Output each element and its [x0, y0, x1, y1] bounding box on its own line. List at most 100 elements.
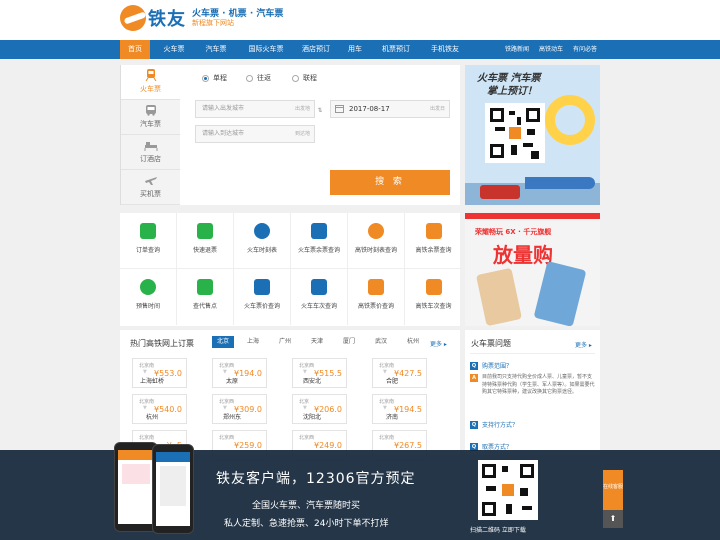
- ticket-faq: 火车票问题 更多 ▸ Q 购票范围？ A 目前我司只支持代购全价成人票、儿童票，暂不…: [465, 330, 600, 455]
- route-card[interactable]: 北京西 ▼ 郑州东 ¥309.0: [212, 394, 267, 424]
- app-banner-line1: 全国火车票、汽车票随时买: [252, 501, 361, 511]
- ad-brand-line: 荣耀畅玩 6X · 千元旗舰: [475, 228, 552, 236]
- phone-ad-banner[interactable]: 荣耀畅玩 6X · 千元旗舰 放量购: [465, 213, 600, 326]
- city-tab-shanghai[interactable]: 上海: [242, 336, 264, 348]
- tab-train[interactable]: 火车票: [121, 65, 180, 100]
- route-card[interactable]: 北京南 ▼ 济南 ¥194.5: [372, 394, 427, 424]
- back-to-top-button[interactable]: ⬆: [603, 510, 623, 528]
- search-train-icon: [311, 279, 327, 295]
- from-city-input[interactable]: 请输入出发城市 出发地: [195, 100, 315, 118]
- app-qr-code: [485, 103, 545, 163]
- service-order-query[interactable]: 订单查询: [120, 213, 177, 269]
- city-tab-tianjin[interactable]: 天津: [306, 336, 328, 348]
- trip-roundtrip[interactable]: 往返: [246, 73, 271, 83]
- route-card[interactable]: 北京南 ▼ 杭州 ¥540.0: [132, 394, 187, 424]
- trip-oneway[interactable]: 单程: [202, 73, 227, 83]
- trip-multi[interactable]: 联程: [292, 73, 317, 83]
- service-train-number[interactable]: 火车车次查询: [291, 269, 348, 325]
- service-hsr-remaining[interactable]: 高铁余票查询: [405, 213, 462, 269]
- service-presale-time[interactable]: 预售时间: [120, 269, 177, 325]
- tab-bus[interactable]: 汽车票: [121, 100, 180, 135]
- route-card[interactable]: 北京南 ▼ 上海虹桥 ¥553.0: [132, 358, 187, 388]
- ad-headline: 放量购: [493, 243, 553, 267]
- city-tab-hangzhou[interactable]: 杭州: [402, 336, 424, 348]
- route-card[interactable]: 北京西 ▼ 西安北 ¥515.5: [292, 358, 347, 388]
- tab-hotel-label: 订酒店: [140, 155, 161, 163]
- download-qr-code: [478, 460, 538, 520]
- train-search-form: 单程 往返 联程 请输入出发城市 出发地 ⇅ 请输入到达城市 到达地 2017-…: [180, 65, 460, 205]
- swap-cities-button[interactable]: ⇅: [316, 107, 324, 137]
- city-tab-guangzhou[interactable]: 广州: [274, 336, 296, 348]
- brand-name: 铁友: [148, 9, 186, 30]
- tab-hotel[interactable]: 订酒店: [121, 135, 180, 170]
- nav-news[interactable]: 铁路新闻: [500, 40, 534, 59]
- check-icon: [140, 279, 156, 295]
- online-service-button[interactable]: 在线客服: [603, 470, 623, 510]
- service-hsr-timetable[interactable]: 高铁时刻表查询: [348, 213, 405, 269]
- outlet-icon: [197, 279, 213, 295]
- phone-gold-image: [475, 267, 523, 326]
- tab-flight[interactable]: 买机票: [121, 170, 180, 205]
- nav-car[interactable]: 用车: [340, 40, 370, 59]
- tab-bus-label: 汽车票: [140, 120, 161, 128]
- nav-mobile[interactable]: 手机铁友: [422, 40, 468, 59]
- order-icon: [140, 223, 156, 239]
- faq-question-1[interactable]: Q 购票范围？: [470, 361, 512, 370]
- nav-flight[interactable]: 机票预订: [372, 40, 420, 59]
- nav-train[interactable]: 火车票: [152, 40, 196, 59]
- faq-question-2[interactable]: Q 支持行方式？: [470, 420, 518, 429]
- nav-qa[interactable]: 有问必答: [568, 40, 602, 59]
- logo[interactable]: 铁友 火车票 · 机票 · 汽车票 新程旗下网站: [120, 5, 283, 31]
- tab-train-label: 火车票: [140, 85, 161, 93]
- quick-services-grid: 订单查询 快速退票 火车时刻表 火车票余票查询 高铁时刻表查询 高铁余票查询 预…: [120, 213, 462, 326]
- tab-flight-label: 买机票: [140, 190, 161, 198]
- faq-title: 火车票问题: [471, 339, 511, 348]
- nav-bus[interactable]: 汽车票: [196, 40, 236, 59]
- refund-icon: [197, 223, 213, 239]
- train-clock-icon: [368, 223, 384, 239]
- nav-intl-train[interactable]: 国际火车票: [238, 40, 294, 59]
- city-tab-beijing[interactable]: 北京: [212, 336, 235, 348]
- service-refund[interactable]: 快速退票: [177, 213, 234, 269]
- service-outlets[interactable]: 查代售点: [177, 269, 234, 325]
- train-illustration: [525, 177, 595, 189]
- service-remaining-tickets[interactable]: 火车票余票查询: [291, 213, 348, 269]
- main-nav: 首页 火车票 汽车票 国际火车票 酒店预订 用车 机票预订 手机铁友 铁路新闻 …: [0, 40, 720, 59]
- service-hsr-fare[interactable]: 高铁票价查询: [348, 269, 405, 325]
- calendar-icon: [425, 279, 442, 295]
- faq-more-link[interactable]: 更多 ▸: [575, 340, 592, 349]
- ad-top-strip: [465, 213, 600, 219]
- hsr-price-icon: [368, 279, 384, 295]
- search-button[interactable]: 搜 索: [330, 170, 450, 195]
- arrow-up-icon: ⬆: [609, 514, 617, 523]
- radio-icon: [246, 74, 253, 82]
- qr-label: 扫描二维码 立即下载: [470, 527, 526, 534]
- app-banner-title: 铁友客户端，12306官方预定: [216, 471, 416, 487]
- service-hsr-number[interactable]: 高铁车次查询: [405, 269, 462, 325]
- route-card[interactable]: 北京西 ▼ 太原 ¥194.0: [212, 358, 267, 388]
- nav-hotel[interactable]: 酒店预订: [294, 40, 338, 59]
- hsr-title: 热门高铁网上订票: [130, 339, 194, 348]
- bus-illustration: [480, 185, 520, 199]
- bed-icon: [144, 142, 157, 151]
- service-timetable[interactable]: 火车时刻表: [234, 213, 291, 269]
- city-tab-xiamen[interactable]: 厦门: [338, 336, 360, 348]
- service-fare-query[interactable]: 火车票价查询: [234, 269, 291, 325]
- train-ticket-icon: [425, 223, 442, 239]
- to-city-input[interactable]: 请输入到达城市 到达地: [195, 125, 315, 143]
- radio-icon: [292, 74, 299, 82]
- route-card[interactable]: 北京 ▼ 沈阳北 ¥206.0: [292, 394, 347, 424]
- nav-hsr[interactable]: 高铁动车: [534, 40, 568, 59]
- app-promo-banner[interactable]: 火车票 汽车票 掌上预订！: [465, 65, 600, 205]
- price-icon: [254, 279, 270, 295]
- nav-home[interactable]: 首页: [120, 40, 150, 59]
- bus-icon: [145, 105, 156, 116]
- search-category-tabs: 火车票 汽车票 订酒店 买机票: [120, 65, 180, 205]
- train-icon: [145, 69, 156, 81]
- date-input[interactable]: 2017-08-17 出发日: [330, 100, 450, 118]
- city-tab-wuhan[interactable]: 武汉: [370, 336, 392, 348]
- route-card[interactable]: 北京南 ▼ 合肥 ¥427.5: [372, 358, 427, 388]
- app-banner-line2: 私人定制、急速抢票、24小时下单不打烊: [224, 519, 389, 529]
- calendar-icon: [335, 105, 344, 113]
- hsr-more-link[interactable]: 更多 ▸: [430, 339, 447, 348]
